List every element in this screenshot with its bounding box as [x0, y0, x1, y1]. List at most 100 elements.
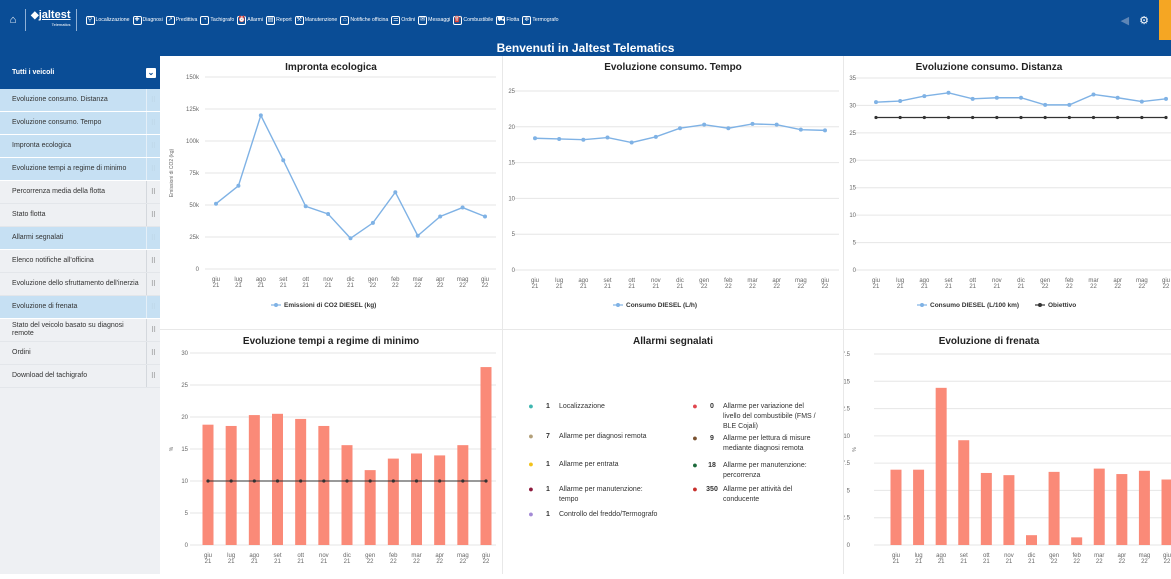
drag-handle-icon[interactable]: ⠿: [146, 227, 160, 249]
data-point: [630, 141, 634, 145]
alarm-item[interactable]: ●7Allarme per diagnosi remota: [525, 432, 659, 442]
data-point: [533, 136, 537, 140]
sidebar-item[interactable]: Evoluzione consumo. Tempo⠿: [0, 112, 160, 135]
target-point: [415, 479, 418, 482]
bar: [388, 459, 399, 545]
alarm-item[interactable]: ●1Controllo del freddo/Termografo: [525, 510, 659, 520]
x-tick-year: 22: [367, 559, 374, 565]
menu-item-tachigrafo[interactable]: ◔Tachigrafo: [200, 16, 234, 25]
drag-handle-icon[interactable]: ⠿: [146, 204, 160, 226]
menu-item-allarmi[interactable]: ⏰Allarmi: [237, 16, 263, 25]
diagnosis-icon: ✚: [133, 16, 142, 25]
menu-item-report[interactable]: ▤Report: [266, 16, 292, 25]
drag-handle-icon[interactable]: ⠿: [146, 181, 160, 203]
alarm-item[interactable]: ●9Allarme per lettura di misure mediante…: [689, 434, 823, 454]
gear-icon[interactable]: ⚙: [1139, 14, 1149, 27]
data-point: [751, 122, 755, 126]
sidebar-item[interactable]: Evoluzione consumo. Distanza ⠿: [0, 89, 160, 112]
sidebar-item[interactable]: Elenco notifiche all'officina⠿: [0, 250, 160, 273]
jaltest-logo[interactable]: ◆jaltest Telematics: [31, 11, 71, 29]
data-point: [947, 116, 950, 119]
alarm-item[interactable]: ●18Allarme per manutenzione: percorrenza: [689, 461, 823, 481]
home-icon[interactable]: ⌂: [6, 14, 20, 26]
sidebar-item-label: Evoluzione consumo. Distanza: [12, 96, 108, 104]
sidebar-item-label: Impronta ecologica: [12, 142, 71, 150]
menu-item-label: Allarmi: [247, 17, 263, 23]
chart-title: Evoluzione consumo. Distanza: [844, 62, 1134, 73]
eco-footprint-chart: 025k50k75k100k125k150kEmissioni di CO2 (…: [160, 56, 502, 329]
sidebar-item[interactable]: Ordini⠿: [0, 342, 160, 365]
notification-icon[interactable]: ◀: [1121, 14, 1129, 27]
sidebar-item[interactable]: Evoluzione tempi a regime di minimo⠿: [0, 158, 160, 181]
drag-handle-icon[interactable]: ⠿: [146, 273, 160, 295]
x-tick-year: 21: [251, 559, 258, 565]
menu-item-combustibile[interactable]: ⛽Combustibile: [453, 16, 493, 25]
menu-item-predittiva[interactable]: ↗Predittiva: [166, 16, 198, 25]
user-menu-button[interactable]: [1159, 0, 1171, 40]
drag-handle-icon[interactable]: ⠿: [146, 89, 160, 111]
alarm-item[interactable]: ●350Allarme per attività del conducente: [689, 485, 823, 505]
x-tick-year: 22: [1163, 284, 1170, 290]
chart-panel-idle-time: Evoluzione tempi a regime di minimo 0510…: [160, 330, 502, 574]
menu-item-termografo[interactable]: ❄Termografo: [522, 16, 558, 25]
menu-item-messaggi[interactable]: ✉Messaggi: [418, 16, 450, 25]
alarm-item[interactable]: ●1Localizzazione: [525, 402, 659, 412]
logo-mark-icon: ◆: [31, 10, 39, 21]
sidebar-item[interactable]: Impronta ecologica ⠿: [0, 135, 160, 158]
sidebar-item[interactable]: Download del tachigrafo⠿: [0, 365, 160, 388]
y-tick-label: 0: [512, 268, 516, 274]
target-point: [230, 479, 233, 482]
menu-item-flotta[interactable]: ⛟Flotta: [496, 16, 519, 25]
data-point: [1067, 103, 1071, 107]
map-pin-icon: ●: [689, 402, 701, 411]
menu-item-notifiche-officina[interactable]: ⌂Notifiche officina: [340, 16, 388, 25]
bar: [434, 455, 445, 545]
consumption-distance-chart: 05101520253035giu21lug21ago21set21ott21n…: [844, 56, 1171, 329]
drag-handle-icon[interactable]: ⠿: [146, 365, 160, 387]
drag-handle-icon[interactable]: ⠿: [146, 296, 160, 318]
chevron-down-icon[interactable]: ⌄: [146, 68, 156, 78]
menu-item-localizzazione[interactable]: ⚲Localizzazione: [86, 16, 130, 25]
sidebar-item[interactable]: Stato del veicolo basato su diagnosi rem…: [0, 319, 160, 342]
drag-handle-icon[interactable]: ⠿: [146, 135, 160, 157]
drag-handle-icon[interactable]: ⠿: [146, 250, 160, 272]
alarm-item[interactable]: ●1Allarme per entrata: [525, 460, 659, 470]
menu-item-ordini[interactable]: ☰Ordini: [391, 16, 415, 25]
drag-handle-icon[interactable]: ⠿: [146, 342, 160, 364]
data-point: [678, 126, 682, 130]
data-point: [1116, 96, 1120, 100]
x-tick-year: 21: [897, 284, 904, 290]
menu-item-label: Localizzazione: [96, 17, 130, 23]
vehicle-filter[interactable]: Tutti i veicoli ⌄: [0, 56, 160, 89]
drag-handle-icon[interactable]: ⠿: [146, 112, 160, 134]
drag-handle-icon[interactable]: ⠿: [146, 158, 160, 180]
menu-item-label: Combustibile: [463, 17, 493, 23]
chart-title: Evoluzione tempi a regime di minimo: [160, 336, 502, 347]
sidebar-item[interactable]: Allarmi segnalati⠿: [0, 227, 160, 250]
y-axis-label: Emissioni di CO2 (kg): [169, 149, 175, 198]
alarm-item[interactable]: ●0Allarme per variazione del livello del…: [689, 402, 823, 432]
alarm-item[interactable]: ●1Allarme per manutenzione: tempo: [525, 485, 659, 505]
alarm-count: 18: [701, 461, 723, 470]
legend-marker: [274, 303, 278, 307]
alarm-label: Allarme per entrata: [559, 460, 659, 470]
bar: [226, 426, 237, 545]
x-tick-year: 22: [1114, 284, 1121, 290]
drag-handle-icon[interactable]: ⠿: [146, 319, 160, 341]
x-tick-year: 21: [915, 559, 922, 565]
sidebar-item[interactable]: Evoluzione di frenata⠿: [0, 296, 160, 319]
data-point: [726, 126, 730, 130]
menu-item-diagnosi[interactable]: ✚Diagnosi: [133, 16, 163, 25]
x-tick-year: 22: [370, 283, 377, 289]
sidebar-item[interactable]: Evoluzione dello sfruttamento dell'inerz…: [0, 273, 160, 296]
sidebar-item[interactable]: Percorrenza media della flotta ⠿: [0, 181, 160, 204]
y-tick-label: 25k: [189, 235, 200, 241]
menu-item-label: Tachigrafo: [210, 17, 234, 23]
sidebar-item-label: Percorrenza media della flotta: [12, 188, 105, 196]
data-point: [1068, 116, 1071, 119]
sidebar-item[interactable]: Stato flotta⠿: [0, 204, 160, 227]
data-point: [1164, 97, 1168, 101]
chart-title: Evoluzione di frenata: [844, 336, 1134, 347]
menu-item-manutenzione[interactable]: ⚒Manutenzione: [295, 16, 338, 25]
x-tick-year: 22: [390, 559, 397, 565]
